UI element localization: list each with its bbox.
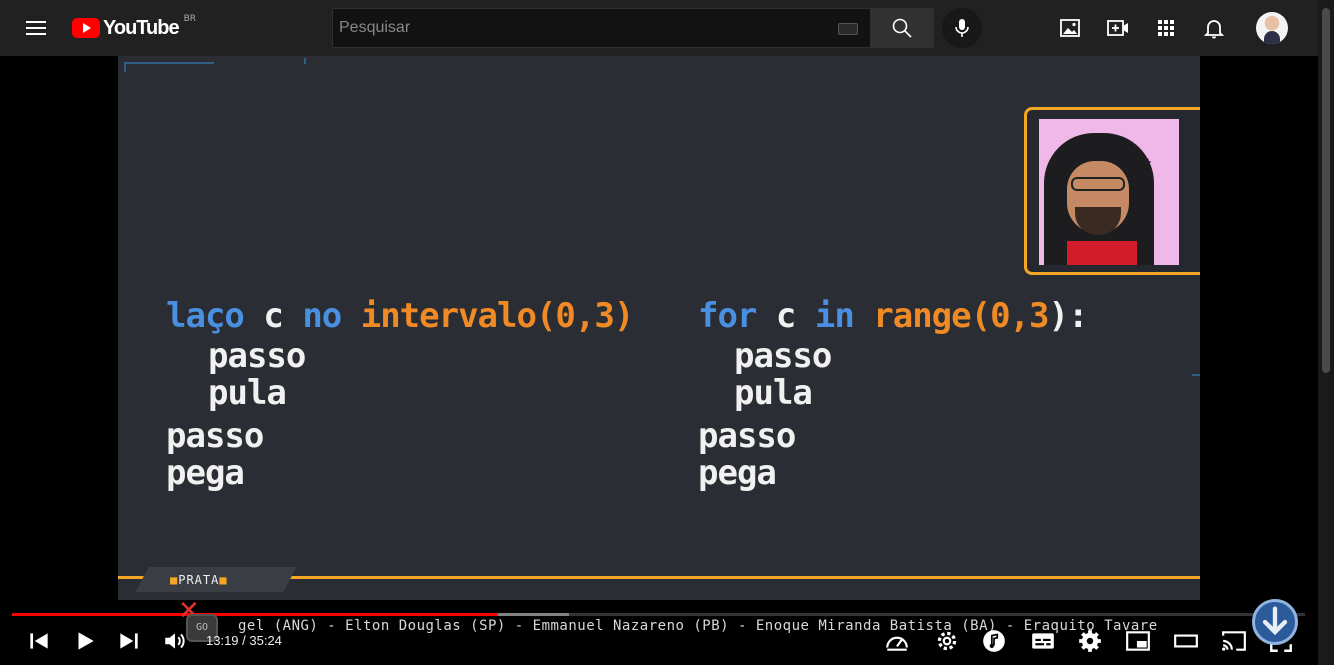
video-plus-icon	[1107, 20, 1128, 36]
speedometer-icon	[886, 636, 908, 651]
subtitles-button[interactable]	[1030, 628, 1056, 654]
theater-mode-button[interactable]	[1173, 628, 1199, 654]
left-code-body-2: pula	[208, 373, 287, 413]
right-code-after-1: passo	[698, 416, 796, 456]
apps-grid-icon	[1158, 20, 1174, 36]
apps-button[interactable]	[1154, 16, 1178, 40]
youtube-logo[interactable]: YouTube BR	[72, 14, 197, 40]
scrollbar-thumb[interactable]	[1322, 8, 1330, 373]
skip-next-icon	[120, 633, 138, 649]
search-input[interactable]	[333, 9, 870, 47]
miniplayer-icon	[1126, 631, 1150, 651]
miniplayer-button[interactable]	[1125, 628, 1151, 654]
logo-wordmark: YouTube	[103, 16, 180, 39]
play-icon	[78, 632, 94, 650]
volume-button[interactable]	[162, 628, 188, 654]
webcam-image: net	[1039, 119, 1179, 265]
search-box	[332, 8, 870, 48]
theater-mode-icon	[1174, 634, 1198, 648]
bell-icon	[1203, 20, 1225, 39]
masthead: YouTube BR	[0, 0, 1318, 56]
menu-button[interactable]	[24, 16, 48, 40]
quality-gear-button[interactable]	[934, 628, 960, 654]
video-player[interactable]: laço c no intervalo(0,3) passo pula pass…	[118, 56, 1200, 600]
search-icon	[892, 18, 912, 38]
scroll-down-button[interactable]	[1252, 599, 1298, 645]
cast-button[interactable]	[1221, 628, 1247, 654]
mic-icon	[955, 19, 969, 37]
image-icon	[1060, 19, 1080, 37]
keyboard-icon[interactable]	[838, 23, 858, 35]
tier-label: ■PRATA■	[170, 573, 228, 587]
play-button[interactable]	[72, 628, 98, 654]
create-video-button[interactable]	[1106, 16, 1130, 40]
progress-played	[12, 613, 499, 616]
youtube-play-logo-icon	[72, 18, 100, 38]
arrow-down-icon	[1262, 606, 1288, 636]
playback-speed-button[interactable]	[884, 628, 910, 654]
settings-icon	[1079, 630, 1101, 652]
left-code-after-1: passo	[166, 416, 264, 456]
right-code-body-1: passo	[734, 336, 832, 376]
avatar[interactable]	[1256, 12, 1288, 44]
previous-button[interactable]	[26, 628, 52, 654]
skip-previous-icon	[30, 633, 48, 649]
music-button[interactable]	[981, 628, 1007, 654]
hamburger-icon	[26, 21, 46, 23]
left-code-after-2: pega	[166, 453, 245, 493]
page-scrollbar[interactable]	[1318, 0, 1334, 665]
time-display: 13:19 / 35:24	[206, 633, 282, 648]
voice-search-button[interactable]	[942, 8, 982, 48]
country-code: BR	[183, 14, 197, 24]
cast-icon	[1222, 631, 1246, 651]
webcam-frame: net	[1024, 107, 1200, 275]
notifications-button[interactable]	[1202, 16, 1226, 40]
create-post-button[interactable]	[1058, 16, 1082, 40]
gear-icon	[937, 631, 957, 651]
search-button[interactable]	[870, 8, 934, 48]
left-code-line-1: laço c no intervalo(0,3)	[166, 296, 634, 336]
settings-button[interactable]	[1077, 628, 1103, 654]
volume-icon	[165, 633, 185, 649]
left-code-body-1: passo	[208, 336, 306, 376]
right-code-body-2: pula	[734, 373, 813, 413]
subtitles-icon	[1032, 633, 1054, 649]
right-code-after-2: pega	[698, 453, 777, 493]
next-button[interactable]	[116, 628, 142, 654]
music-note-icon	[983, 630, 1005, 652]
right-code-line-1: for c in range(0,3):	[698, 296, 1088, 336]
